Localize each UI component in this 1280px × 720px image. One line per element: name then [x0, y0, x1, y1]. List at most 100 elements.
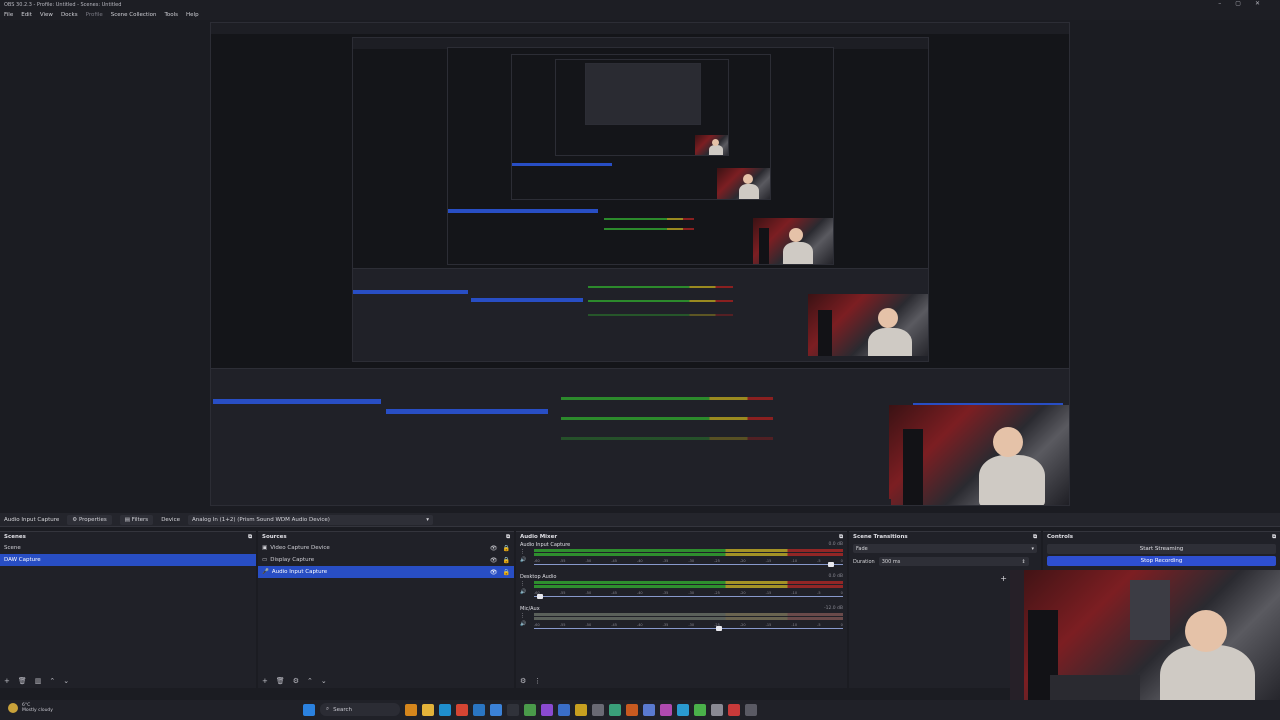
- transition-select[interactable]: Fade ▾: [853, 544, 1037, 553]
- taskbar-apps: ⌕ Search: [303, 703, 757, 716]
- app-icon[interactable]: [745, 703, 757, 716]
- lock-icon[interactable]: 🔒: [503, 557, 510, 564]
- lock-icon[interactable]: 🔒: [503, 569, 510, 576]
- channel-menu-icon[interactable]: ⋮: [520, 612, 526, 620]
- scene-item[interactable]: Scene: [0, 542, 256, 554]
- add-icon[interactable]: +: [4, 677, 10, 685]
- source-item[interactable]: ▭ Display Capture 👁 🔒: [258, 554, 514, 566]
- taskbar-search[interactable]: ⌕ Search: [320, 703, 400, 716]
- menu-scene-collection[interactable]: Scene Collection: [111, 12, 157, 18]
- obs-icon[interactable]: [728, 703, 740, 716]
- spin-icon: ⇕: [1021, 558, 1026, 565]
- app-icon[interactable]: [694, 703, 706, 716]
- channel-menu-icon[interactable]: ⋮: [520, 580, 526, 588]
- weather-desc: Mostly cloudy: [22, 708, 53, 713]
- chevron-down-icon: ▾: [426, 516, 429, 523]
- add-icon[interactable]: +: [1000, 574, 1007, 583]
- eye-icon[interactable]: 👁: [490, 569, 498, 576]
- muted-speaker-icon[interactable]: 🔊: [520, 620, 526, 628]
- minimize-button[interactable]: –: [1218, 0, 1221, 7]
- channel-name: Desktop Audio: [520, 574, 557, 580]
- menu-docks[interactable]: Docks: [61, 12, 78, 18]
- app-icon[interactable]: [711, 703, 723, 716]
- mail-icon[interactable]: [490, 703, 502, 716]
- volume-slider[interactable]: [534, 594, 843, 599]
- app-icon[interactable]: [660, 703, 672, 716]
- nested-webcam: [753, 218, 833, 264]
- menu-view[interactable]: View: [40, 12, 53, 18]
- more-icon[interactable]: ⋮: [534, 677, 541, 685]
- terminal-icon[interactable]: [507, 703, 519, 716]
- properties-button[interactable]: ⚙ Properties: [67, 514, 112, 525]
- move-up-icon[interactable]: ⌃: [307, 677, 313, 685]
- volume-slider[interactable]: [534, 626, 843, 631]
- preview-canvas[interactable]: [0, 20, 1280, 510]
- gear-icon[interactable]: ⚙: [520, 677, 526, 685]
- trash-icon[interactable]: 🗑: [276, 677, 285, 685]
- menu-edit[interactable]: Edit: [21, 12, 32, 18]
- mixer-channel: Audio Input Capture 0.0 dB ⋮ 🔊 -60 -55 -50 -45-…: [520, 542, 843, 574]
- maximize-button[interactable]: ▢: [1235, 0, 1241, 7]
- app-icon[interactable]: [626, 703, 638, 716]
- stop-recording-button[interactable]: Stop Recording: [1047, 556, 1276, 566]
- app-icon[interactable]: [609, 703, 621, 716]
- move-down-icon[interactable]: ⌄: [63, 677, 69, 685]
- close-button[interactable]: ✕: [1255, 0, 1260, 7]
- move-up-icon[interactable]: ⌃: [49, 677, 55, 685]
- chrome-icon[interactable]: [456, 703, 468, 716]
- slider-knob[interactable]: [716, 626, 723, 631]
- app-icon[interactable]: [524, 703, 536, 716]
- device-value: Analog In (1+2) (Prism Sound WDM Audio D…: [192, 516, 330, 523]
- source-item[interactable]: ▣ Video Capture Device 👁 🔒: [258, 542, 514, 554]
- device-select[interactable]: Analog In (1+2) (Prism Sound WDM Audio D…: [188, 514, 433, 525]
- undock-icon[interactable]: ⧉: [1272, 534, 1276, 541]
- eye-icon[interactable]: 👁: [490, 557, 498, 564]
- menu-tools[interactable]: Tools: [164, 12, 178, 18]
- app-icon[interactable]: [677, 703, 689, 716]
- app-icon[interactable]: [643, 703, 655, 716]
- gear-icon[interactable]: ⚙: [293, 677, 299, 685]
- volume-meter: [534, 613, 843, 616]
- move-down-icon[interactable]: ⌄: [321, 677, 327, 685]
- channel-menu-icon[interactable]: ⋮: [520, 548, 526, 556]
- nested-screen-level-4: [511, 54, 771, 200]
- nested-webcam: [889, 405, 1069, 505]
- nested-screen-level-6: [585, 63, 701, 125]
- duration-input[interactable]: 300 ms ⇕: [878, 557, 1029, 566]
- slider-knob[interactable]: [827, 562, 834, 567]
- add-icon[interactable]: +: [262, 677, 268, 685]
- app-icon[interactable]: [575, 703, 587, 716]
- eye-icon[interactable]: 👁: [490, 545, 498, 552]
- file-explorer-icon[interactable]: [422, 703, 434, 716]
- menu-profile[interactable]: Profile: [86, 12, 103, 18]
- app-icon[interactable]: [592, 703, 604, 716]
- store-icon[interactable]: [473, 703, 485, 716]
- filters-button[interactable]: ▤ Filters: [119, 514, 154, 525]
- undock-icon[interactable]: ⧉: [248, 534, 252, 541]
- edge-icon[interactable]: [439, 703, 451, 716]
- filter-icon[interactable]: ▥: [35, 677, 42, 685]
- news-icon[interactable]: [405, 703, 417, 716]
- source-item-selected[interactable]: 🎤 Audio Input Capture 👁 🔒: [258, 566, 514, 578]
- speaker-icon[interactable]: 🔊: [520, 588, 526, 596]
- menu-file[interactable]: File: [4, 12, 13, 18]
- source-item-label: Audio Input Capture: [271, 569, 328, 575]
- undock-icon[interactable]: ⧉: [506, 534, 510, 541]
- speaker-icon[interactable]: 🔊: [520, 556, 526, 564]
- mixer-channel-list: Audio Input Capture 0.0 dB ⋮ 🔊 -60 -55 -50 -45-…: [516, 542, 847, 638]
- os-taskbar: 6°C Mostly cloudy ⌕ Search: [0, 700, 1280, 720]
- scene-item-selected[interactable]: DAW Capture: [0, 554, 256, 566]
- start-icon[interactable]: [303, 703, 315, 716]
- app-icon[interactable]: [558, 703, 570, 716]
- slider-knob[interactable]: [537, 594, 544, 599]
- volume-slider[interactable]: [534, 562, 843, 567]
- undock-icon[interactable]: ⧉: [839, 534, 843, 541]
- undock-icon[interactable]: ⧉: [1033, 534, 1037, 541]
- meter-tick-label: -5: [817, 623, 821, 627]
- lock-icon[interactable]: 🔒: [503, 545, 510, 552]
- app-icon[interactable]: [541, 703, 553, 716]
- menu-help[interactable]: Help: [186, 12, 199, 18]
- trash-icon[interactable]: 🗑: [18, 677, 27, 685]
- start-streaming-button[interactable]: Start Streaming: [1047, 544, 1276, 554]
- weather-widget[interactable]: 6°C Mostly cloudy: [8, 703, 53, 713]
